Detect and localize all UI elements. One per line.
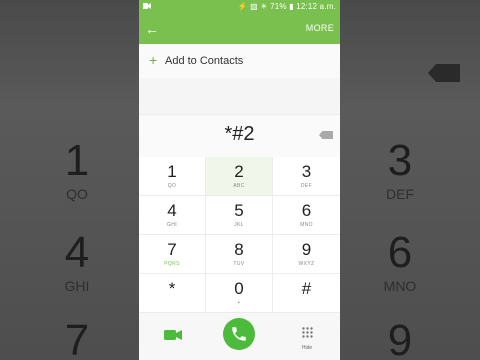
key-2[interactable]: 2 ABC (206, 157, 273, 196)
key-star[interactable]: * (139, 274, 206, 313)
add-to-contacts-row[interactable]: + Add to Contacts (139, 44, 340, 78)
bg-letters-4: GHI (64, 278, 90, 294)
phone-icon (232, 327, 246, 341)
bg-backspace-icon (428, 64, 460, 82)
key-letters: + (237, 300, 241, 306)
bg-digit-6: 6 (387, 228, 413, 277)
key-digit: 6 (301, 201, 312, 220)
keypad-grid-icon (301, 327, 313, 338)
screen-record-icon (143, 3, 151, 9)
bg-digit-4: 4 (64, 228, 90, 277)
hide-label: Hide (301, 345, 313, 351)
bg-digit-9: 9 (387, 316, 413, 360)
dial-input-row: *#2 (139, 114, 340, 157)
key-digit: 3 (301, 162, 312, 181)
key-digit: # (301, 279, 312, 298)
key-digit: 1 (167, 162, 177, 181)
dial-pad: 1 QO 2 ABC 3 DEF 4 GHI 5 JKL 6 MNO 7 PQR… (139, 157, 340, 313)
key-5[interactable]: 5 JKL (206, 196, 273, 235)
key-1[interactable]: 1 QO (139, 157, 206, 196)
bg-digit-3: 3 (387, 136, 413, 185)
key-digit: 7 (167, 240, 177, 259)
key-digit: 9 (301, 240, 312, 259)
add-to-contacts-label: Add to Contacts (165, 55, 244, 67)
key-letters: GHI (166, 222, 178, 228)
key-letters: WXYZ (298, 261, 315, 267)
key-letters: MNO (300, 222, 313, 228)
video-call-icon[interactable] (164, 329, 182, 341)
status-icons: ⚡ ▨ ☀ 71% ▮ 12:12 a.m. (238, 2, 336, 11)
call-button[interactable] (223, 318, 255, 350)
bg-digit-7: 7 (64, 316, 90, 360)
back-arrow-icon[interactable]: ← (145, 20, 159, 38)
key-8[interactable]: 8 TUV (206, 235, 273, 274)
phone-screen: ⚡ ▨ ☀ 71% ▮ 12:12 a.m. ← MORE + Add to C… (139, 0, 340, 360)
key-4[interactable]: 4 GHI (139, 196, 206, 235)
key-letters: PQRS (164, 261, 180, 267)
key-hash[interactable]: # (273, 274, 340, 313)
bg-letters-3: DEF (386, 186, 414, 202)
key-7[interactable]: 7 PQRS (139, 235, 206, 274)
background-right: 3 DEF 6 MNO 9 (340, 0, 480, 360)
plus-icon: + (149, 52, 158, 68)
key-9[interactable]: 9 WXYZ (273, 235, 340, 274)
key-6[interactable]: 6 MNO (273, 196, 340, 235)
key-digit: 0 (234, 279, 244, 298)
hide-keypad-button[interactable]: Hide (297, 325, 317, 351)
key-letters: DEF (300, 183, 313, 189)
dial-number-display[interactable]: *#2 (139, 123, 340, 146)
background-left: 1 QO 4 GHI 7 (0, 0, 139, 360)
key-letters: JKL (234, 222, 244, 228)
key-digit: 5 (234, 201, 244, 220)
key-letters: TUV (233, 261, 245, 267)
app-bar: ← MORE (139, 14, 340, 44)
key-digit: 2 (234, 162, 244, 181)
status-icons-text: ⚡ ▨ ☀ 71% ▮ (237, 2, 294, 11)
bg-letters-1: QO (66, 186, 88, 202)
key-digit: 8 (234, 240, 244, 259)
bottom-action-bar: Hide (139, 313, 340, 360)
key-digit: * (168, 279, 176, 298)
status-time: 12:12 a.m. (296, 2, 336, 11)
key-letters: ABC (233, 183, 245, 189)
more-button[interactable]: MORE (306, 23, 334, 33)
bg-letters-6: MNO (383, 278, 417, 294)
key-3[interactable]: 3 DEF (273, 157, 340, 196)
key-letters: QO (167, 183, 177, 189)
status-bar: ⚡ ▨ ☀ 71% ▮ 12:12 a.m. (139, 0, 340, 14)
key-0[interactable]: 0 + (206, 274, 273, 313)
key-digit: 4 (167, 201, 177, 220)
bg-digit-1: 1 (64, 136, 90, 185)
